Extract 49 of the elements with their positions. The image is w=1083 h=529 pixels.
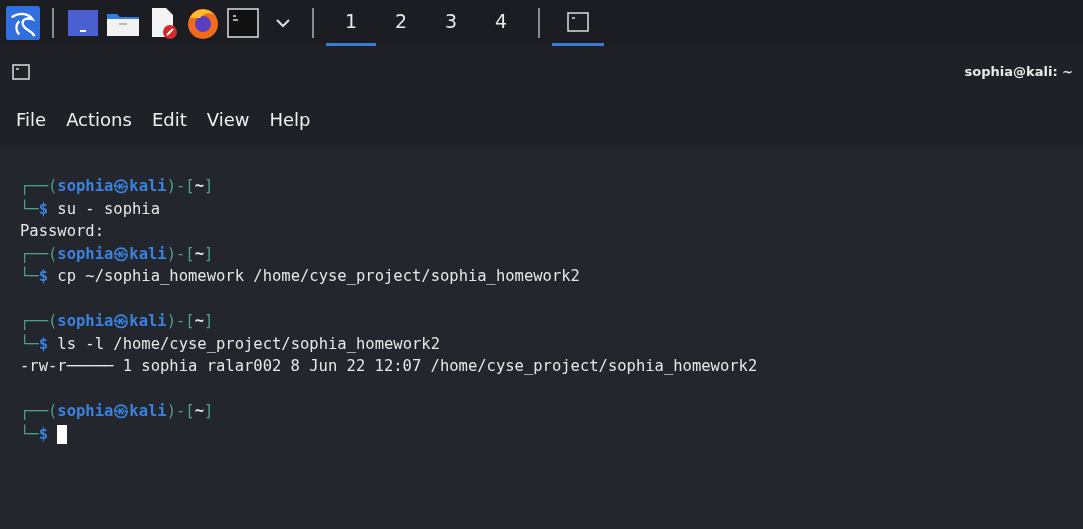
prompt-symbol: $ [38,199,48,218]
terminal-icon [12,64,30,80]
prompt-directory: ~ [194,177,204,195]
prompt-directory: ~ [194,312,204,330]
prompt-decoration: )-[ [166,402,195,420]
terminal-icon[interactable] [227,8,259,38]
window-title: sophia@kali: ~ [964,63,1073,82]
prompt-symbol: $ [38,267,48,285]
kali-dragon-icon[interactable] [6,5,40,41]
prompt-decoration: )-[ [166,312,195,330]
prompt-decoration: └─ [20,424,39,443]
prompt-decoration: └─ [20,267,39,285]
prompt-symbol: $ [38,334,48,353]
prompt-user-host: sophia㉿kali [57,312,167,330]
prompt-decoration: └─ [20,199,39,218]
prompt-decoration: ┌──( [20,402,58,420]
prompt-user-host: sophia㉿kali [57,244,167,263]
workspace-tab[interactable]: 2 [376,0,426,46]
prompt-decoration: └─ [20,334,39,353]
prompt-directory: ~ [194,402,204,420]
command-text: ls -l /home/cyse_project/sophia_homework2 [57,334,440,353]
menu-item[interactable]: File [8,104,55,135]
prompt-decoration: ┌──( [20,312,58,330]
output-text: Password: [20,221,105,242]
prompt-user-host: sophia㉿kali [57,402,167,420]
prompt-decoration: ] [204,402,214,420]
command-text: cp ~/sophia_homework /home/cyse_project/sophia_homework2 [57,267,580,285]
menu-item[interactable]: View [198,104,258,135]
terminal-icon [567,11,589,32]
prompt-decoration: ] [204,177,214,195]
firefox-icon[interactable] [186,6,220,40]
prompt-symbol: $ [38,424,48,443]
prompt-decoration: ] [204,244,214,263]
menu-item[interactable]: Actions [58,104,140,135]
prompt-decoration: )-[ [166,177,195,195]
prompt-decoration: ┌──( [20,244,58,263]
prompt-decoration: )-[ [166,244,195,263]
prompt-decoration: ] [204,312,214,330]
menu-item[interactable]: Help [261,104,319,135]
chevron-down-icon[interactable] [275,17,291,29]
menu-item[interactable]: Edit [143,104,195,135]
output-text: -rw-r───── 1 sophia ralar002 8 Jun 22 12:07 /home/cyse_project/sophia_homework2 [20,356,759,377]
prompt-user-host: sophia㉿kali [57,177,167,195]
workspace-tab[interactable]: 3 [426,0,476,46]
document-icon[interactable] [149,7,177,39]
prompt-decoration: ┌──( [20,177,58,195]
command-text: su - sophia [57,199,160,218]
prompt-directory: ~ [194,244,204,263]
workspace-tab[interactable]: 4 [476,0,526,46]
